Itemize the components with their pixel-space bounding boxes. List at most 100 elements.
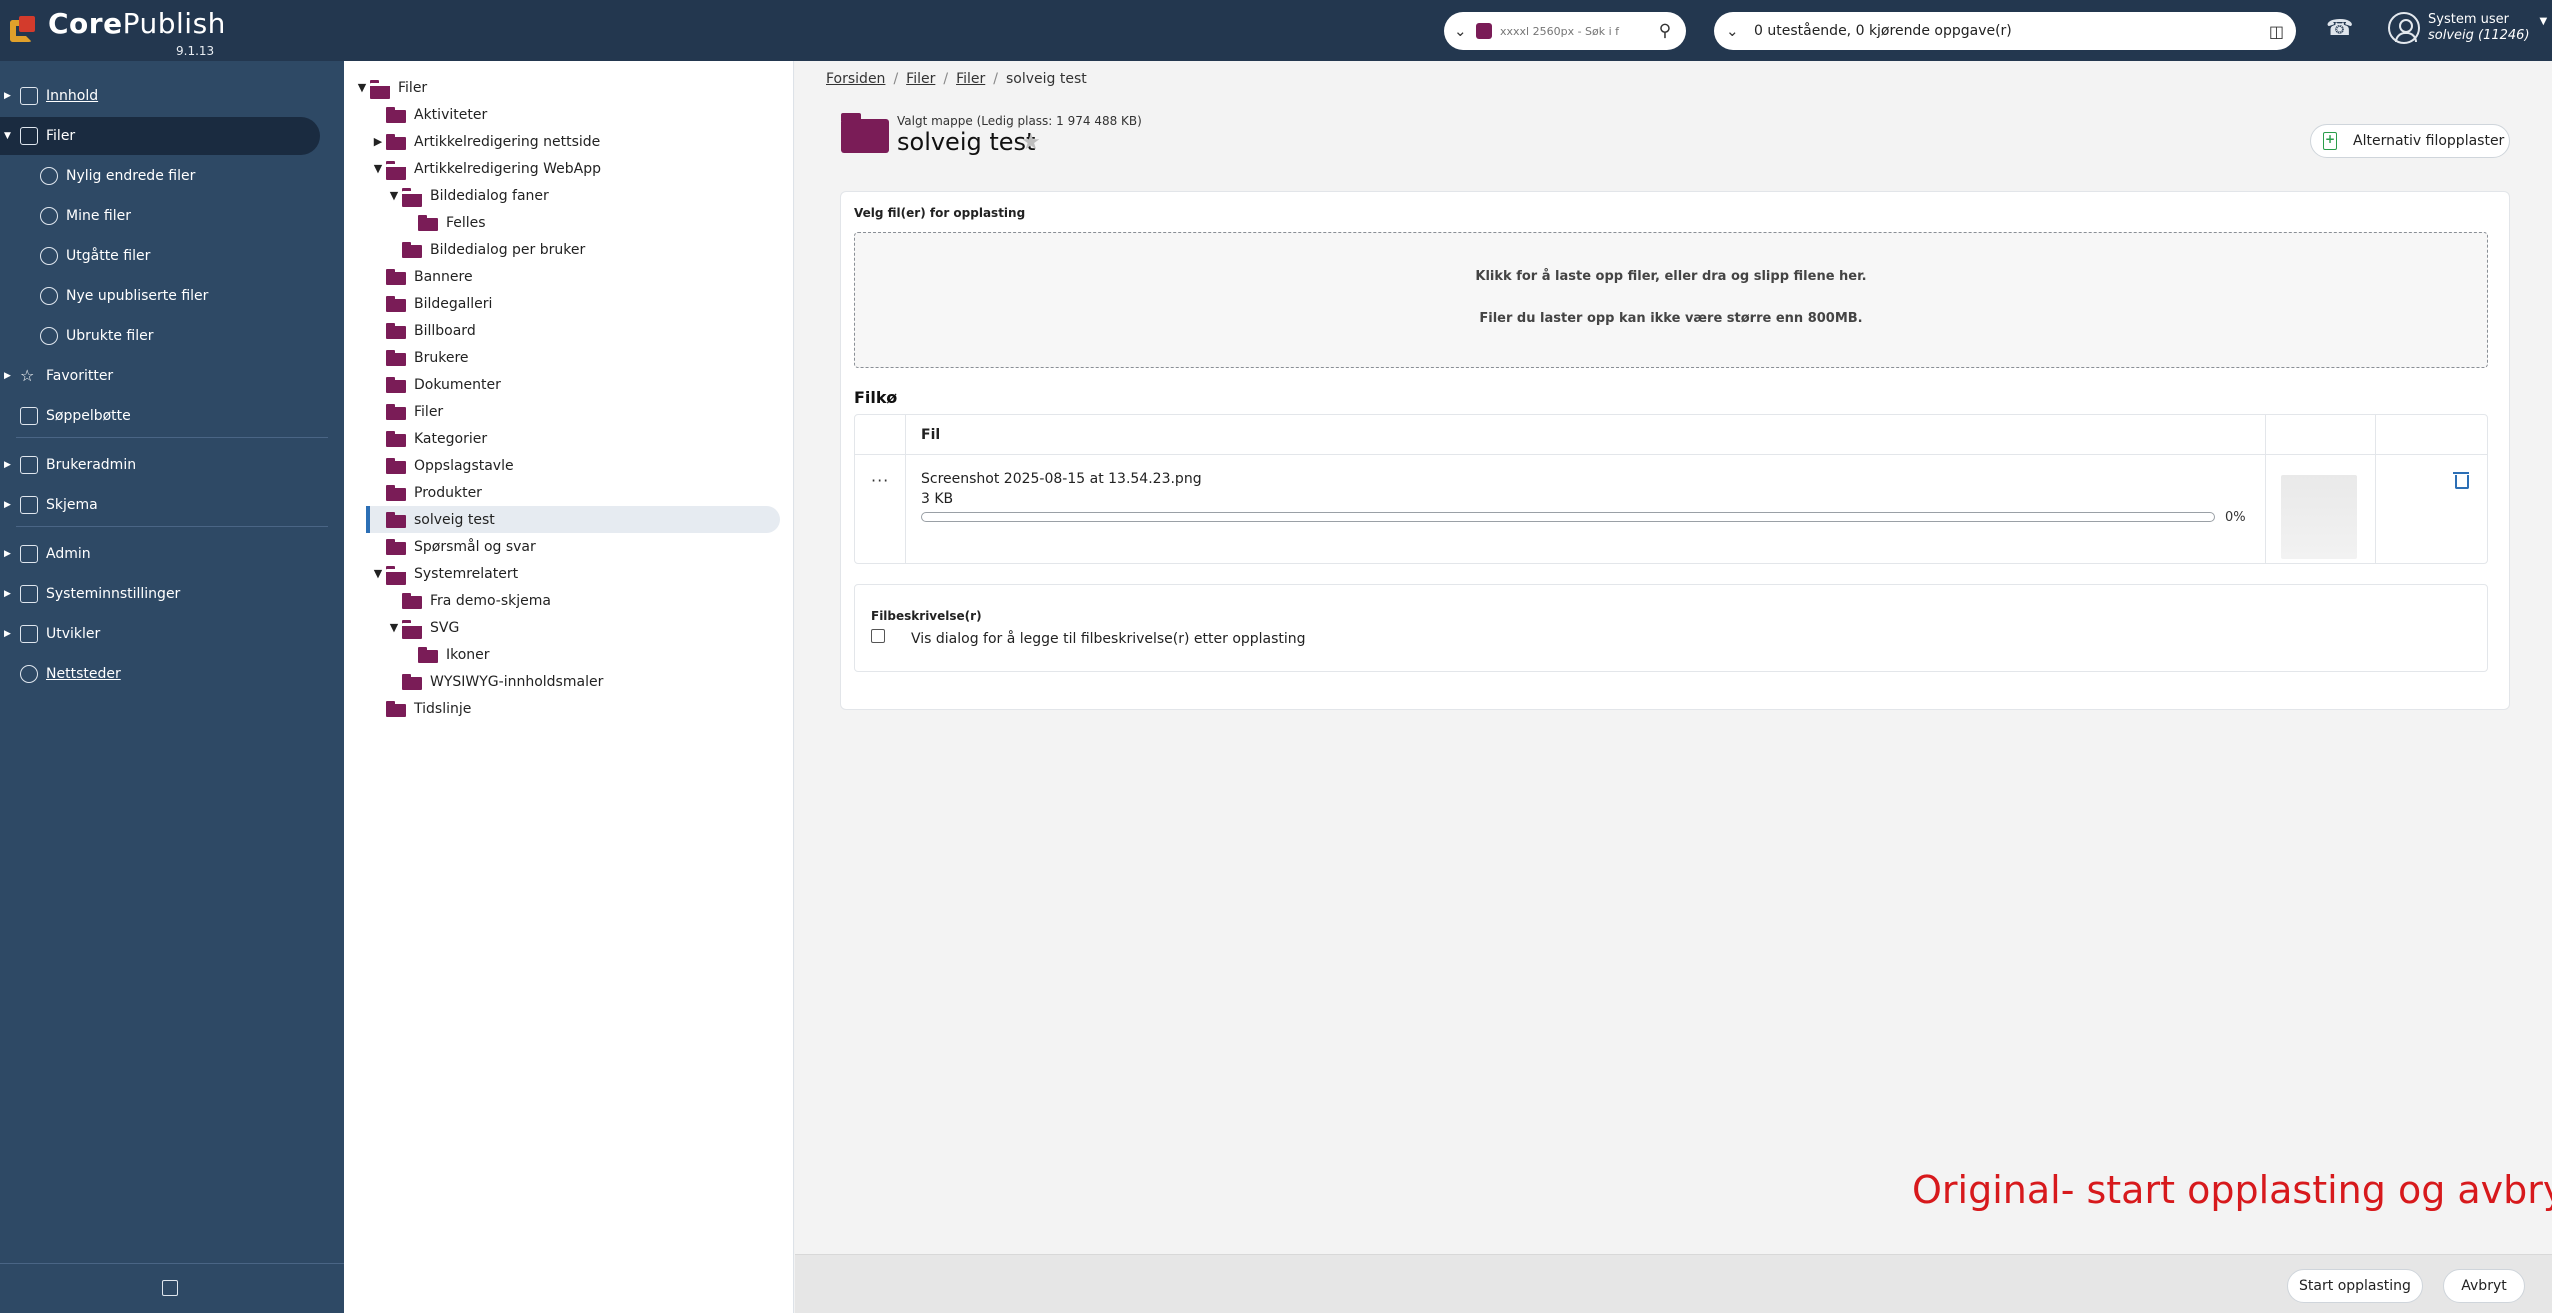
tree-item-label: Billboard	[414, 322, 476, 339]
sidebar-item-innhold[interactable]: ▶ Innhold	[0, 77, 320, 115]
collapse-arrow-icon[interactable]: ▼	[354, 81, 370, 94]
tree-item[interactable]: Spørsmål og svar	[370, 533, 810, 560]
expand-arrow-icon[interactable]: ▶	[4, 371, 16, 381]
sidebar-item-favoritter[interactable]: ▶ ☆ Favoritter	[0, 357, 320, 395]
show-description-dialog-checkbox[interactable]	[871, 629, 885, 643]
tree-item[interactable]: ▼ SVG	[386, 614, 826, 641]
tree-item[interactable]: ▶ Artikkelredigering nettside	[370, 128, 810, 155]
notification-bell-icon[interactable]: ☎	[2326, 16, 2353, 41]
upload-panel: Velg fil(er) for opplasting Klikk for å …	[840, 191, 2510, 710]
sidebar-item-nylig-endrede[interactable]: Nylig endrede filer	[0, 157, 320, 195]
expand-arrow-icon[interactable]: ▶	[4, 629, 16, 639]
expand-arrow-icon[interactable]: ▶	[4, 500, 16, 510]
tree-item[interactable]: ▼ Bildedialog faner	[386, 182, 826, 209]
start-upload-button[interactable]: Start opplasting	[2287, 1269, 2423, 1303]
search-input[interactable]	[1500, 24, 1654, 38]
column-divider	[2375, 415, 2376, 563]
sidebar-item-mine-filer[interactable]: Mine filer	[0, 197, 320, 235]
sidebar-item-systeminnstillinger[interactable]: ▶ Systeminnstillinger	[0, 575, 320, 613]
collapse-arrow-icon[interactable]: ▼	[386, 621, 402, 634]
tree-item-label: Produkter	[414, 484, 482, 501]
expand-arrow-icon[interactable]: ▶	[4, 589, 16, 599]
annotation-text: Original- start opplasting og avbryt	[1912, 1168, 2552, 1212]
breadcrumb-filer-sub[interactable]: Filer	[956, 71, 985, 87]
expand-arrow-icon[interactable]: ▶	[370, 135, 386, 148]
tree-item[interactable]: Aktiviteter	[370, 101, 810, 128]
unused-icon	[40, 327, 58, 345]
expand-arrow-icon[interactable]: ▶	[4, 91, 16, 101]
tree-item[interactable]: Filer	[370, 398, 810, 425]
cancel-button[interactable]: Avbryt	[2443, 1269, 2525, 1303]
search-icon[interactable]: ⚲	[1654, 21, 1676, 41]
tree-item[interactable]: WYSIWYG-innholdsmaler	[386, 668, 826, 695]
collapse-arrow-icon[interactable]: ▼	[370, 567, 386, 580]
collapse-arrow-icon[interactable]: ▼	[4, 131, 16, 141]
expand-arrow-icon[interactable]: ▶	[4, 549, 16, 559]
tree-item[interactable]: Produkter	[370, 479, 810, 506]
sidebar-item-label: Utvikler	[46, 626, 101, 642]
caret-down-icon[interactable]: ▼	[2540, 16, 2548, 27]
sidebar-item-utvikler[interactable]: ▶ Utvikler	[0, 615, 320, 653]
sidebar-item-utgatte[interactable]: Utgåtte filer	[0, 237, 320, 275]
tree-item-label: Oppslagstavle	[414, 457, 514, 474]
tree-item[interactable]: Tidslinje	[370, 695, 810, 722]
more-options-icon[interactable]: ···	[871, 471, 889, 490]
tree-item[interactable]: Bildegalleri	[370, 290, 810, 317]
tree-item[interactable]: Kategorier	[370, 425, 810, 452]
expand-arrow-icon[interactable]: ▶	[4, 460, 16, 470]
tree-item[interactable]: Dokumenter	[370, 371, 810, 398]
alternative-uploader-button[interactable]: Alternativ filopplaster	[2310, 124, 2510, 158]
tree-item-label: Aktiviteter	[414, 106, 488, 123]
delete-trash-icon[interactable]	[2453, 470, 2469, 490]
task-status-bar[interactable]: ⌄ 0 utestående, 0 kjørende oppgave(r) ◫	[1714, 12, 2296, 50]
sidebar-item-nettsteder[interactable]: Nettsteder	[0, 655, 320, 693]
sidebar-divider	[16, 526, 328, 527]
monitor-icon[interactable]: ◫	[2269, 22, 2284, 41]
collapse-sidebar-icon[interactable]	[162, 1280, 178, 1296]
sidebar-footer	[0, 1263, 344, 1313]
sidebar-item-label: Innhold	[46, 88, 99, 104]
column-divider	[2265, 415, 2266, 563]
tree-item[interactable]: Billboard	[370, 317, 810, 344]
sidebar-item-label: Utgåtte filer	[66, 248, 151, 264]
tree-item-label: Artikkelredigering WebApp	[414, 160, 601, 177]
chevron-down-icon[interactable]: ⌄	[1454, 22, 1472, 40]
folder-icon	[386, 376, 408, 393]
sidebar-item-admin[interactable]: ▶ Admin	[0, 535, 320, 573]
sidebar-item-soppelbotte[interactable]: Søppelbøtte	[0, 397, 320, 435]
sidebar-item-filer[interactable]: ▼ Filer	[0, 117, 320, 155]
tree-item[interactable]: Oppslagstavle	[370, 452, 810, 479]
file-dropzone[interactable]: Klikk for å laste opp filer, eller dra o…	[854, 232, 2488, 368]
tree-item-label: Felles	[446, 214, 486, 231]
sidebar-item-skjema[interactable]: ▶ Skjema	[0, 486, 320, 524]
breadcrumb-home[interactable]: Forsiden	[826, 71, 885, 87]
images-icon	[20, 127, 38, 145]
sidebar-item-nye-upubliserte[interactable]: Nye upubliserte filer	[0, 277, 320, 315]
user-menu[interactable]: System user solveig (11246) ▼	[2388, 12, 2547, 44]
tree-item-selected[interactable]: solveig test	[366, 506, 780, 533]
tree-item[interactable]: ▼ Systemrelatert	[370, 560, 810, 587]
chevron-down-icon[interactable]: ⌄	[1726, 22, 1748, 40]
tree-item[interactable]: Bannere	[370, 263, 810, 290]
tree-item-label: Ikoner	[446, 646, 490, 663]
sidebar-item-ubrukte[interactable]: Ubrukte filer	[0, 317, 320, 355]
tree-item[interactable]: Felles	[402, 209, 842, 236]
upload-progress-text: 0%	[2225, 510, 2246, 525]
collapse-arrow-icon[interactable]: ▼	[386, 189, 402, 202]
breadcrumb-filer[interactable]: Filer	[906, 71, 935, 87]
collapse-arrow-icon[interactable]: ▼	[370, 162, 386, 175]
folder-tree: ▼ Filer Aktiviteter ▶ Artikkelredigering n…	[344, 61, 794, 1313]
folder-icon	[386, 484, 408, 501]
tree-item[interactable]: Bildedialog per bruker	[386, 236, 826, 263]
tree-item[interactable]: ▼ Artikkelredigering WebApp	[370, 155, 810, 182]
tree-item-label: Systemrelatert	[414, 565, 519, 582]
sidebar-item-brukeradmin[interactable]: ▶ Brukeradmin	[0, 446, 320, 484]
tree-item[interactable]: Fra demo-skjema	[386, 587, 826, 614]
breadcrumb-separator: /	[893, 71, 899, 87]
gears-icon	[20, 585, 38, 603]
tree-item[interactable]: ▼ Filer	[354, 74, 794, 101]
tree-item[interactable]: Ikoner	[402, 641, 842, 668]
tree-item[interactable]: Brukere	[370, 344, 810, 371]
favorite-star-icon[interactable]: ★	[1021, 130, 1041, 155]
dropzone-instruction: Klikk for å laste opp filer, eller dra o…	[1475, 269, 1867, 284]
